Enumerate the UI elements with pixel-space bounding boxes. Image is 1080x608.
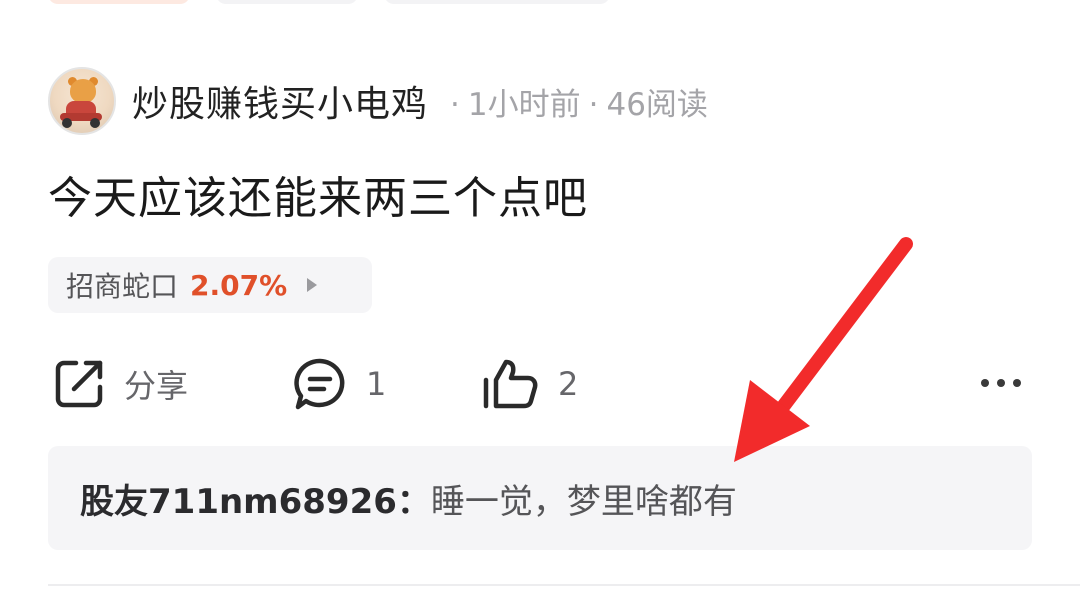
post-text[interactable]: 今天应该还能来两三个点吧	[48, 162, 588, 226]
like-button[interactable]: 2	[480, 356, 578, 412]
read-count: 46阅读	[606, 86, 708, 123]
top-chip-2[interactable]	[216, 0, 358, 4]
comment-username[interactable]: 股友711nm68926：	[80, 474, 431, 523]
comment-text: 睡一觉，梦里啥都有	[430, 481, 737, 522]
stock-tag[interactable]: 招商蛇口 2.07%	[48, 257, 372, 313]
thumbs-up-icon	[483, 359, 538, 409]
more-icon	[981, 379, 1021, 387]
avatar[interactable]	[48, 67, 116, 135]
top-chip-1[interactable]	[48, 0, 190, 4]
divider	[48, 584, 1080, 586]
share-icon	[55, 360, 103, 408]
more-button[interactable]	[976, 360, 1026, 406]
stock-change: 2.07%	[190, 268, 288, 302]
post-time: 1小时前	[467, 86, 581, 123]
like-count: 2	[558, 365, 579, 403]
post-meta: · 1小时前 · 46阅读	[442, 79, 708, 124]
red-arrow-annotation	[734, 237, 913, 462]
comment-button[interactable]: 1	[292, 356, 386, 412]
author-row: 炒股赚钱买小电鸡 · 1小时前 · 46阅读	[48, 66, 708, 136]
author-name[interactable]: 炒股赚钱买小电鸡	[132, 75, 428, 127]
stock-name: 招商蛇口	[66, 270, 179, 303]
comment-count: 1	[366, 365, 387, 403]
share-label: 分享	[124, 367, 189, 405]
meta-separator: ·	[588, 86, 599, 123]
post-card: 炒股赚钱买小电鸡 · 1小时前 · 46阅读 今天应该还能来两三个点吧 招商蛇口 2.…	[0, 0, 1080, 608]
share-button[interactable]: 分享	[52, 356, 188, 412]
meta-separator: ·	[450, 86, 460, 123]
comment-icon	[294, 358, 345, 410]
play-arrow-icon	[307, 278, 318, 292]
top-chip-3[interactable]	[384, 0, 610, 4]
